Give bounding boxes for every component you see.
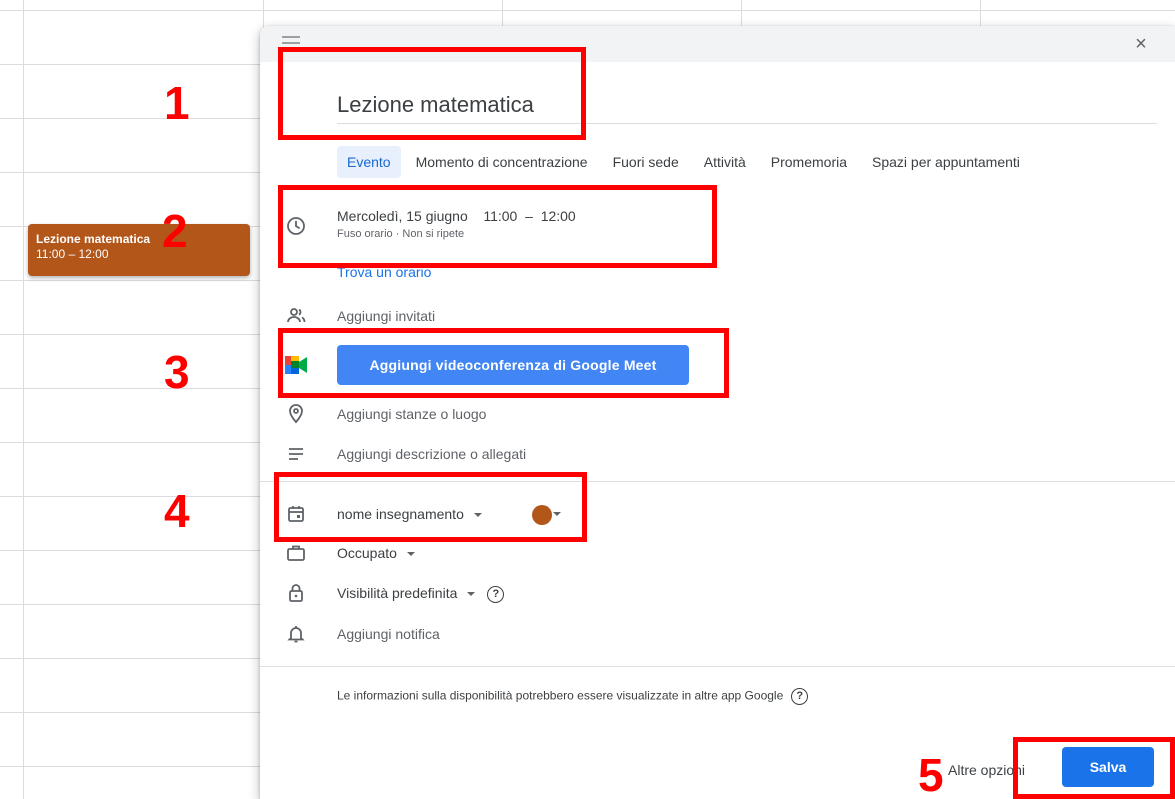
tab-promemoria[interactable]: Promemoria (761, 146, 857, 178)
busy-dropdown[interactable]: Occupato (337, 545, 415, 561)
availability-info: Le informazioni sulla disponibilità potr… (337, 688, 809, 705)
location-pin-icon (289, 404, 303, 424)
more-options-button[interactable]: Altre opzioni (948, 762, 1025, 778)
help-icon[interactable]: ? (487, 585, 505, 603)
visibility-dropdown[interactable]: Visibilità predefinita? (337, 585, 505, 603)
calendar-event-title: Lezione matematica (36, 232, 151, 246)
find-time-link[interactable]: Trova un orario (337, 264, 431, 280)
calendar-event-block[interactable]: Lezione matematica 11:00 – 12:00 (28, 224, 250, 276)
calendar-name: nome insegnamento (337, 506, 464, 522)
color-chevron-down-icon[interactable] (553, 512, 561, 516)
tab-fuori-sede[interactable]: Fuori sede (603, 146, 689, 178)
help-icon[interactable]: ? (791, 688, 809, 705)
calendar-event-time: 11:00 – 12:00 (36, 247, 109, 261)
annotation-number-5: 5 (918, 749, 944, 799)
event-title-input[interactable] (337, 82, 1157, 124)
description-icon (289, 448, 303, 460)
tab-attivita[interactable]: Attività (694, 146, 756, 178)
busy-status: Occupato (337, 545, 397, 561)
timezone-recurrence[interactable]: Fuso orario · Non si ripete (337, 228, 576, 240)
calendar-dropdown[interactable]: nome insegnamento (337, 506, 482, 522)
divider (260, 481, 1175, 482)
tab-momento-concentrazione[interactable]: Momento di concentrazione (406, 146, 598, 178)
close-button[interactable]: × (1129, 32, 1153, 56)
annotation-number-2: 2 (162, 205, 188, 257)
lock-icon (289, 584, 303, 602)
bell-icon (287, 626, 305, 643)
availability-info-text: Le informazioni sulla disponibilità potr… (337, 688, 784, 703)
dialog-header[interactable]: × (260, 26, 1175, 62)
calendar-icon (288, 506, 304, 522)
clock-icon (287, 217, 305, 235)
save-button[interactable]: Salva (1062, 747, 1154, 787)
annotation-number-4: 4 (164, 485, 190, 537)
event-end-time[interactable]: 12:00 (541, 208, 576, 224)
add-google-meet-button[interactable]: Aggiungi videoconferenza di Google Meet (337, 345, 689, 385)
tab-spazi-appuntamenti[interactable]: Spazi per appuntamenti (862, 146, 1030, 178)
drag-handle-icon[interactable] (282, 36, 300, 48)
briefcase-icon (287, 545, 305, 561)
event-start-time[interactable]: 11:00 (483, 208, 517, 224)
time-separator: – (525, 208, 533, 224)
add-description-text: Aggiungi descrizione o allegati (337, 446, 527, 462)
chevron-down-icon (467, 592, 476, 597)
annotation-number-3: 3 (164, 346, 190, 398)
event-date[interactable]: Mercoledì, 15 giugno (337, 208, 468, 224)
chevron-down-icon (473, 513, 482, 518)
google-meet-icon (285, 356, 307, 374)
visibility-value: Visibilità predefinita (337, 585, 458, 601)
datetime-text: Mercoledì, 15 giugno 11:00 – 12:00 Fuso … (337, 208, 576, 240)
tab-evento[interactable]: Evento (337, 146, 401, 178)
annotation-number-1: 1 (164, 77, 190, 129)
add-guests-icon (287, 308, 306, 323)
add-notification-text: Aggiungi notifica (337, 626, 440, 642)
chevron-down-icon (406, 552, 415, 557)
add-guests-text: Aggiungi invitati (337, 308, 436, 324)
divider (260, 666, 1175, 667)
event-type-tabs: Evento Momento di concentrazione Fuori s… (337, 145, 1035, 179)
event-dialog: × Evento Momento di concentrazione Fuori… (260, 26, 1175, 799)
add-location-text: Aggiungi stanze o luogo (337, 406, 487, 422)
event-color-swatch[interactable] (532, 505, 552, 525)
